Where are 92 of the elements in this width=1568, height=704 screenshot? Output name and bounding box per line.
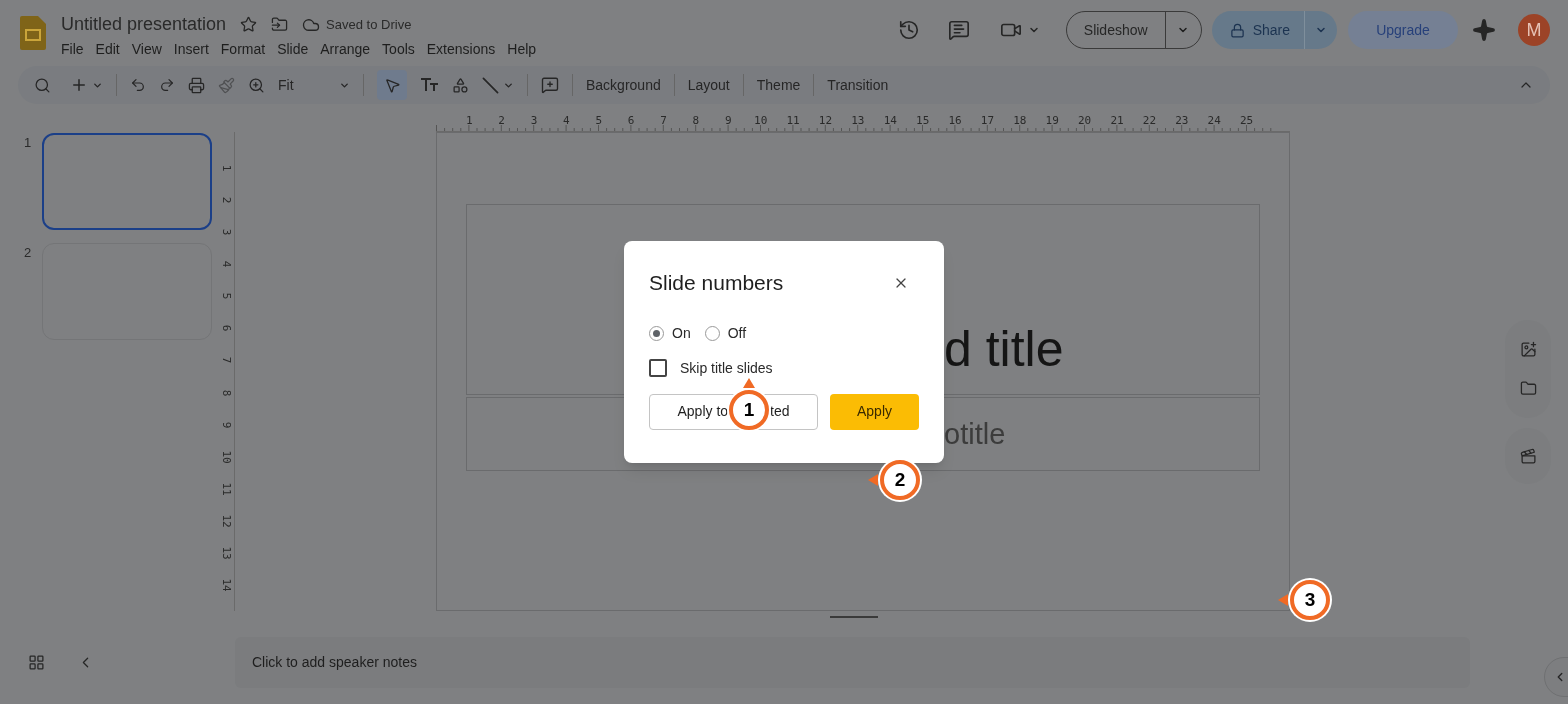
- menu-item[interactable]: Tools: [376, 39, 421, 60]
- zoom-dropdown[interactable]: Fit: [278, 74, 350, 96]
- slide-number: 2: [23, 244, 33, 262]
- menu-item[interactable]: Slide: [271, 39, 315, 60]
- ruler-label: 20: [1077, 115, 1093, 127]
- resize-handle[interactable]: [830, 616, 878, 618]
- shapes-icon[interactable]: [452, 76, 469, 94]
- slide-number: 1: [23, 134, 33, 152]
- ruler-label: 9: [220, 421, 232, 428]
- ruler-label: 6: [220, 325, 232, 332]
- account-avatar[interactable]: M: [1518, 14, 1550, 46]
- history-icon[interactable]: [897, 19, 920, 41]
- star-icon[interactable]: [240, 16, 258, 33]
- undo-icon[interactable]: [130, 77, 146, 93]
- menu-item[interactable]: Edit: [89, 39, 126, 60]
- ruler-label: 13: [220, 546, 232, 560]
- slides-logo-icon[interactable]: [20, 16, 46, 50]
- ruler-label: 2: [497, 115, 506, 127]
- toolbar-button[interactable]: Layout: [687, 74, 730, 96]
- menu-item[interactable]: View: [125, 39, 168, 60]
- ruler-label: 8: [691, 115, 701, 127]
- toolbar-button[interactable]: Background: [586, 74, 661, 96]
- select-tool[interactable]: [377, 70, 407, 100]
- ruler-label: 22: [1141, 115, 1157, 127]
- slide-thumbnail[interactable]: [42, 133, 212, 230]
- ruler-label: 16: [947, 115, 963, 127]
- toolbar-button[interactable]: Theme: [756, 74, 801, 96]
- sparkle-icon[interactable]: [1472, 18, 1496, 42]
- menu-item[interactable]: Extensions: [420, 39, 502, 60]
- radio-label[interactable]: Off: [727, 322, 747, 344]
- move-folder-icon[interactable]: [271, 16, 289, 33]
- dialog-title: Slide numbers: [649, 270, 784, 296]
- ruler-label: 2: [220, 196, 232, 204]
- upgrade-button[interactable]: Upgrade: [1348, 11, 1458, 49]
- search-icon[interactable]: [34, 76, 51, 94]
- ruler-label: 4: [562, 115, 571, 127]
- zoom-icon[interactable]: [248, 76, 265, 94]
- ruler-label: 9: [724, 115, 733, 127]
- ruler-label: 15: [915, 115, 931, 127]
- line-icon: [482, 76, 499, 94]
- line-tool[interactable]: [482, 76, 514, 94]
- add-comment-icon[interactable]: [541, 76, 559, 94]
- text-box-icon[interactable]: [420, 78, 439, 92]
- ruler-label: 7: [220, 357, 232, 364]
- folder-icon[interactable]: [1519, 380, 1537, 397]
- menu-item[interactable]: Insert: [167, 39, 215, 60]
- comment-icon[interactable]: [947, 19, 970, 41]
- redo-icon[interactable]: [159, 77, 175, 93]
- ruler-label: 21: [1109, 115, 1125, 127]
- ruler-label: 5: [220, 293, 232, 300]
- menu-item[interactable]: File: [55, 39, 90, 60]
- ruler-label: 6: [626, 115, 636, 127]
- ruler-label: 8: [220, 389, 232, 396]
- ruler-label: 7: [659, 115, 668, 127]
- checkbox[interactable]: [649, 359, 667, 377]
- ruler-label: 5: [594, 115, 604, 127]
- ruler-label: 12: [220, 514, 232, 528]
- plus-icon: [70, 76, 88, 94]
- grid-view-icon[interactable]: [28, 654, 45, 671]
- ruler-label: 12: [817, 115, 834, 127]
- new-slide-button[interactable]: [70, 76, 103, 94]
- speaker-notes[interactable]: Click to add speaker notes: [235, 637, 1470, 688]
- pointer-icon: [383, 76, 401, 94]
- radio-label[interactable]: On: [672, 322, 691, 344]
- ruler-label: 10: [220, 450, 232, 464]
- ruler-label: 13: [850, 115, 866, 127]
- ruler-label: 14: [882, 115, 898, 127]
- save-status: Saved to Drive: [326, 15, 412, 34]
- toolbar-button[interactable]: Transition: [827, 74, 889, 96]
- menu-item[interactable]: Arrange: [314, 39, 377, 60]
- ruler-label: 24: [1206, 115, 1222, 127]
- ruler-label: 10: [753, 115, 769, 127]
- ruler-label: 17: [979, 115, 996, 127]
- lock-icon: [1229, 22, 1245, 38]
- checkbox-label[interactable]: Skip title slides: [680, 357, 773, 379]
- ruler-label: 18: [1012, 115, 1028, 127]
- menu-item[interactable]: Format: [214, 39, 272, 60]
- document-title[interactable]: Untitled presentation: [61, 11, 227, 38]
- ruler-label: 1: [220, 164, 232, 172]
- ruler-label: 11: [220, 482, 232, 496]
- ruler-label: 4: [220, 260, 232, 268]
- ruler-label: 3: [529, 115, 539, 127]
- ruler-label: 3: [220, 228, 232, 236]
- apply-button[interactable]: Apply: [830, 393, 919, 430]
- ruler-label: 11: [785, 115, 801, 127]
- ruler-label: 1: [464, 115, 474, 127]
- ruler-label: 23: [1174, 115, 1190, 127]
- ruler-label: 25: [1238, 115, 1255, 127]
- menu-item[interactable]: Help: [501, 39, 543, 60]
- ruler-label: 19: [1044, 115, 1060, 127]
- print-icon[interactable]: [188, 76, 205, 94]
- ruler-label: 14: [220, 578, 232, 592]
